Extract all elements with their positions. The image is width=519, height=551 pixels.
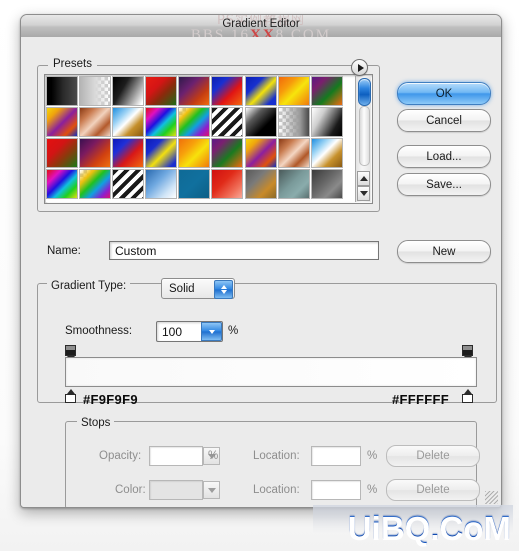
presets-scrollbar[interactable] <box>355 76 371 202</box>
preset-swatch[interactable] <box>79 76 112 106</box>
stepper-up-down-icon[interactable] <box>214 280 233 299</box>
opacity-label: Opacity: <box>99 450 142 462</box>
stops-group-label: Stops <box>77 417 115 429</box>
preset-swatch[interactable] <box>244 107 277 137</box>
scroll-down-arrow-icon[interactable] <box>357 186 370 201</box>
opacity-unit: % <box>208 450 219 462</box>
cancel-button[interactable]: Cancel <box>397 109 491 132</box>
gradient-preview-bar[interactable] <box>65 357 477 387</box>
preset-swatch[interactable] <box>46 107 78 137</box>
chevron-down-icon[interactable] <box>201 322 222 341</box>
presets-group-label: Presets <box>48 58 97 70</box>
preset-swatch[interactable] <box>79 107 112 137</box>
smoothness-label: Smoothness: <box>65 325 133 337</box>
preset-swatch[interactable] <box>277 138 310 168</box>
delete-opacity-stop-button[interactable]: Delete <box>386 445 480 467</box>
color-stop-left[interactable] <box>65 389 78 403</box>
bottom-watermark: UiBQ.CoM <box>347 509 511 546</box>
window-title: Gradient Editor <box>222 18 300 30</box>
preset-swatch[interactable] <box>112 138 145 168</box>
save-button[interactable]: Save... <box>397 173 491 196</box>
presets-grid[interactable] <box>46 76 343 202</box>
opacity-stop-icon <box>462 345 473 356</box>
triangle-up-icon <box>220 285 227 289</box>
preset-swatch[interactable] <box>112 169 145 199</box>
color-dropdown-icon[interactable] <box>203 481 220 499</box>
smoothness-value: 100 <box>162 324 183 339</box>
triangle-down-icon <box>359 191 368 196</box>
preset-swatch[interactable] <box>178 76 211 106</box>
preset-swatch[interactable] <box>178 169 211 199</box>
triangle-down-icon <box>208 329 215 334</box>
gradient-type-select[interactable]: Solid <box>161 278 235 299</box>
preset-swatch[interactable] <box>79 138 112 168</box>
delete-color-stop-button[interactable]: Delete <box>386 479 480 501</box>
color-location-unit: % <box>367 484 378 496</box>
ok-button[interactable]: OK <box>397 82 491 105</box>
preset-swatch[interactable] <box>211 138 244 168</box>
smoothness-unit: % <box>228 325 239 337</box>
preset-swatch[interactable] <box>277 107 310 137</box>
presets-scrollbar-track[interactable] <box>359 106 370 166</box>
dialog-body: Presets OK Cancel Load... Save... New Na… <box>21 37 501 507</box>
color-label: Color: <box>115 484 146 496</box>
load-button[interactable]: Load... <box>397 145 491 168</box>
preset-swatch[interactable] <box>244 76 277 106</box>
color-swatch-input[interactable] <box>149 480 220 500</box>
color-stop-icon <box>65 394 76 403</box>
preset-swatch[interactable] <box>310 169 343 199</box>
new-button[interactable]: New <box>397 240 491 263</box>
preset-swatch[interactable] <box>211 76 244 106</box>
gradient-editor-window: PS实例教程网 Gradient Editor BBS.16XX8.COM Pr… <box>20 14 502 508</box>
preset-swatch[interactable] <box>112 107 145 137</box>
preset-swatch[interactable] <box>145 138 178 168</box>
triangle-down-icon <box>220 290 227 294</box>
color-location-input[interactable] <box>311 480 361 500</box>
preset-swatch[interactable] <box>145 169 178 199</box>
opacity-input[interactable] <box>149 446 220 466</box>
preset-swatch[interactable] <box>310 138 343 168</box>
resize-grip-icon[interactable] <box>485 491 498 504</box>
opacity-location-unit: % <box>367 450 378 462</box>
preset-swatch[interactable] <box>244 169 277 199</box>
preset-swatch[interactable] <box>310 107 343 137</box>
window-titlebar[interactable]: PS实例教程网 Gradient Editor BBS.16XX8.COM <box>21 15 501 43</box>
presets-well[interactable] <box>44 74 373 204</box>
triangle-right-icon <box>357 63 364 72</box>
opacity-stop-icon <box>65 345 76 356</box>
presets-scrollbar-thumb[interactable] <box>358 78 371 106</box>
name-input[interactable]: Custom <box>109 241 379 260</box>
smoothness-input[interactable]: 100 <box>156 321 223 342</box>
preset-swatch[interactable] <box>277 169 310 199</box>
gradient-type-value: Solid <box>169 282 195 295</box>
preset-swatch[interactable] <box>244 138 277 168</box>
preset-swatch[interactable] <box>112 76 145 106</box>
preset-swatch[interactable] <box>211 169 244 199</box>
preset-swatch[interactable] <box>46 76 78 106</box>
color-location-label: Location: <box>253 484 300 496</box>
name-label: Name: <box>47 245 81 257</box>
presets-menu-button[interactable] <box>351 59 368 76</box>
start-color-hex-label: #F9F9F9 <box>83 392 138 407</box>
triangle-down-icon <box>207 487 216 493</box>
preset-swatch[interactable] <box>145 76 178 106</box>
end-color-hex-label: #FFFFFF <box>392 392 449 407</box>
scroll-up-arrow-icon[interactable] <box>357 171 370 186</box>
color-stop-icon <box>462 394 473 403</box>
preset-swatch[interactable] <box>178 107 211 137</box>
preset-swatch[interactable] <box>310 76 343 106</box>
triangle-up-icon <box>359 176 368 181</box>
preset-swatch[interactable] <box>178 138 211 168</box>
preset-swatch[interactable] <box>277 76 310 106</box>
preset-swatch[interactable] <box>46 138 78 168</box>
preset-swatch[interactable] <box>46 169 78 199</box>
color-stop-right[interactable] <box>462 389 475 403</box>
opacity-location-input[interactable] <box>311 446 361 466</box>
preset-swatch[interactable] <box>145 107 178 137</box>
opacity-location-label: Location: <box>253 450 300 462</box>
preset-swatch[interactable] <box>79 169 112 199</box>
preset-swatch[interactable] <box>211 107 244 137</box>
gradient-type-label: Gradient Type: <box>47 280 131 292</box>
presets-group: Presets <box>37 58 380 212</box>
